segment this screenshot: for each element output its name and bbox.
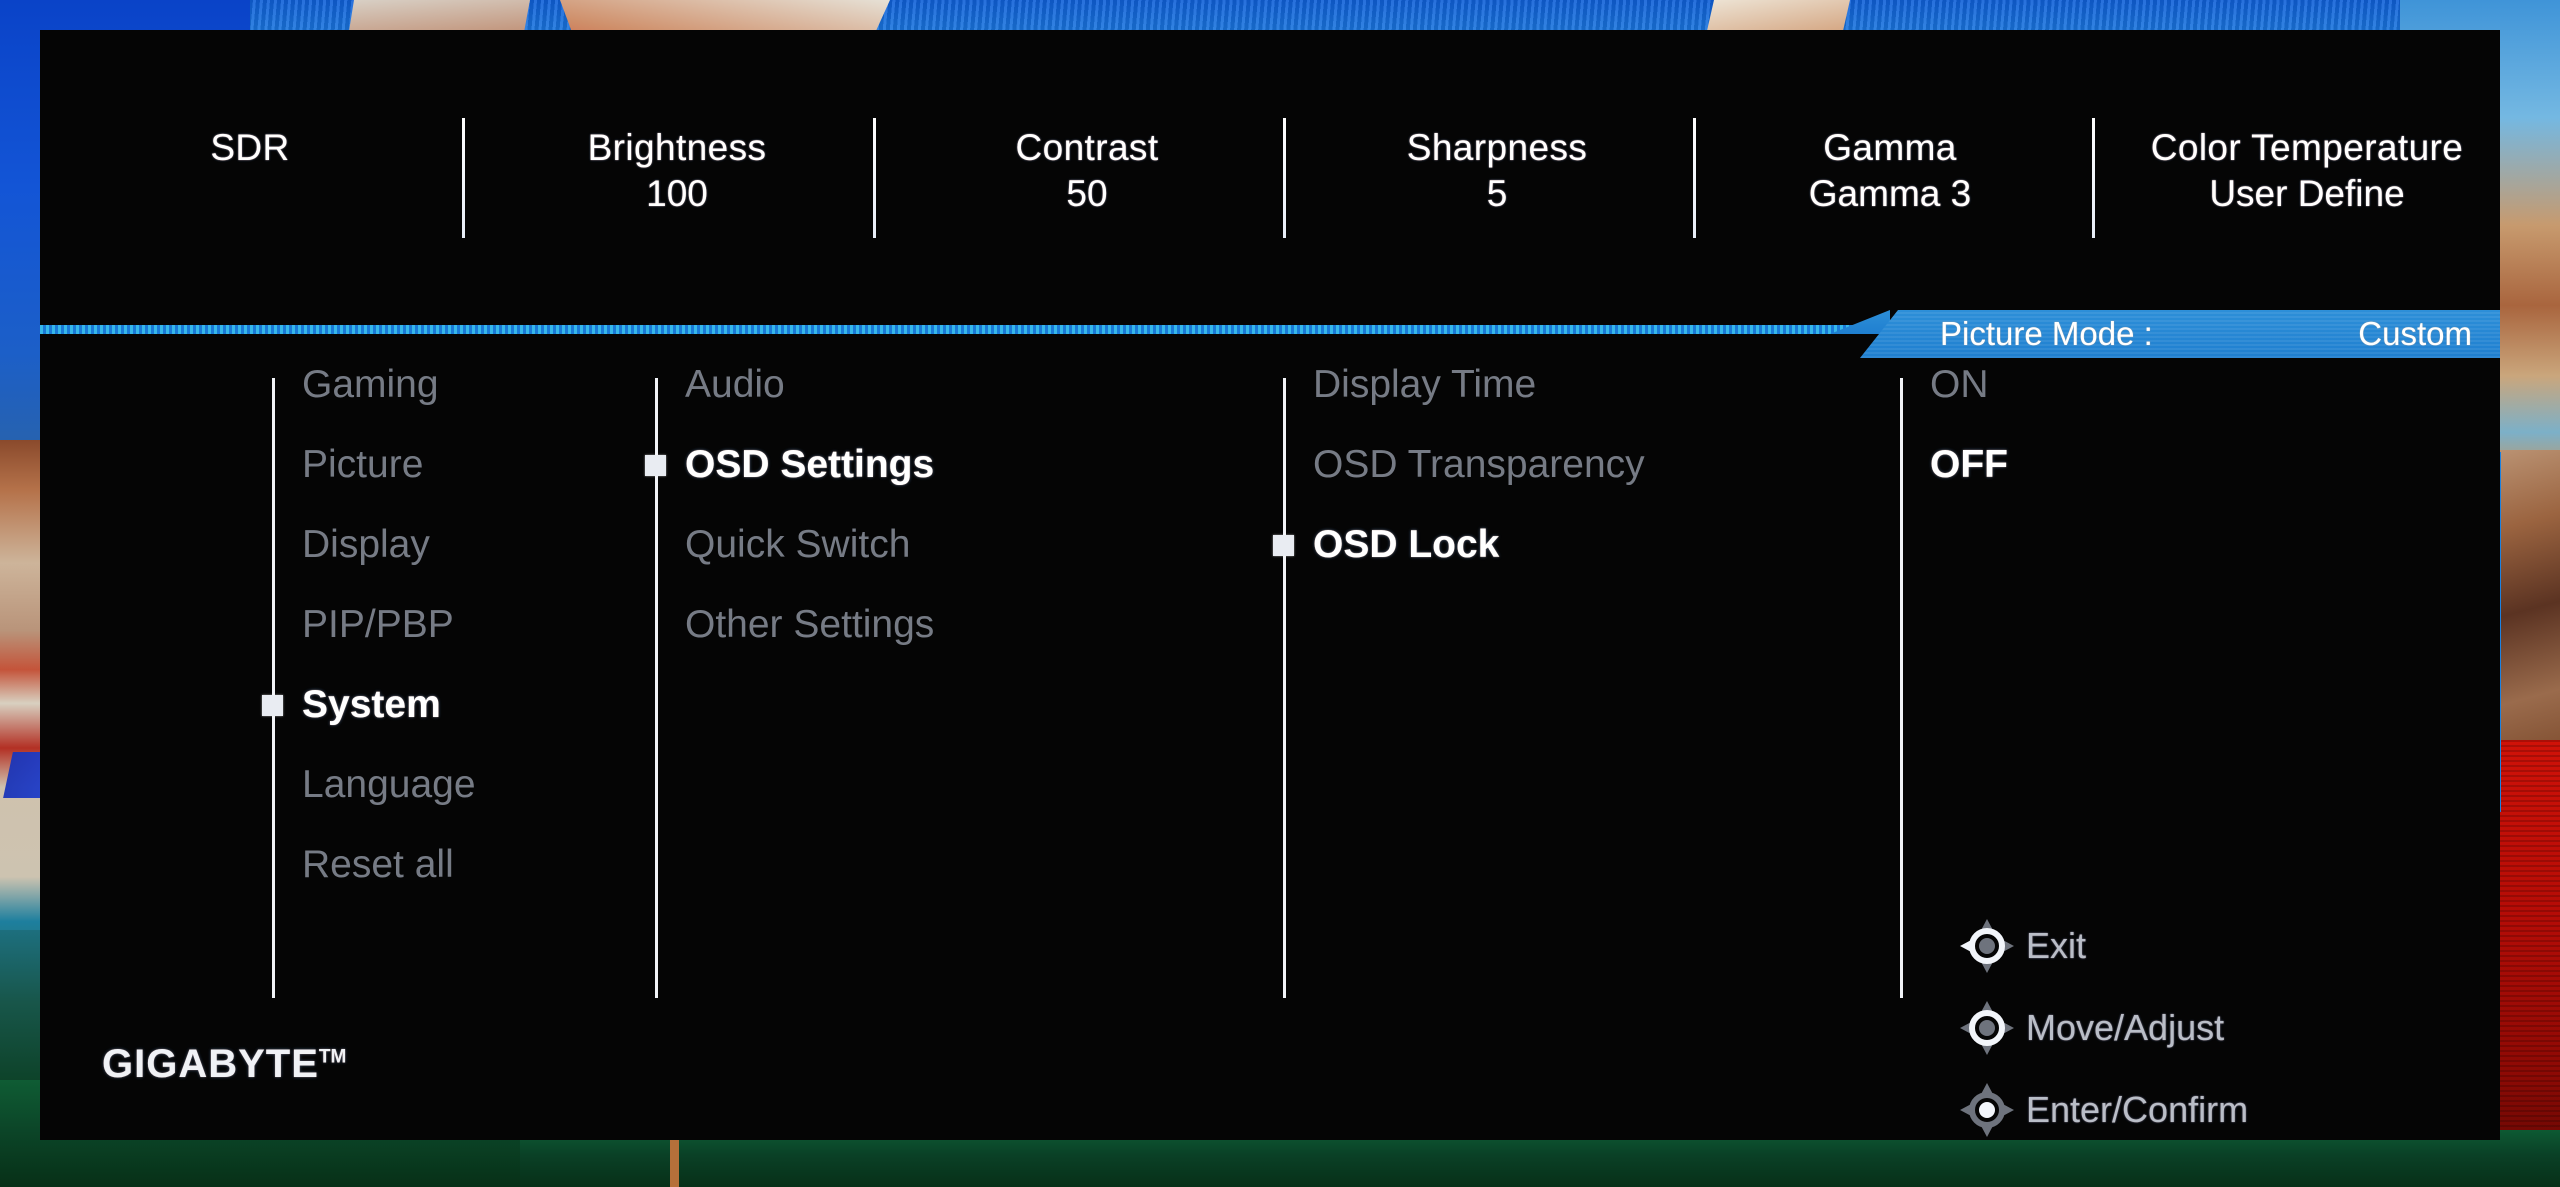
menu-item-label: OSD Transparency (1313, 443, 1645, 486)
header-value: 5 (1486, 173, 1508, 214)
selection-marker-icon (1273, 535, 1294, 556)
menu-item-label: System (302, 683, 441, 726)
menu-item-label: Gaming (302, 363, 439, 406)
hint-label: Move/Adjust (2026, 1007, 2225, 1048)
header-item-brightness: Brightness 100 (492, 125, 862, 217)
header-label: Color Temperature (2150, 127, 2464, 168)
menu-item-label: Picture (302, 443, 424, 486)
menu-item-label: Other Settings (685, 603, 935, 646)
navigation-hints: Exit Move/Adjust Enter/Confirm (1960, 905, 2248, 1151)
menu-item-label: Display Time (1313, 363, 1537, 406)
header-label: Brightness (587, 127, 767, 168)
header-item-contrast: Contrast 50 (902, 125, 1272, 217)
header-label: Gamma (1823, 127, 1957, 168)
header-item-sharpness: Sharpness 5 (1312, 125, 1682, 217)
hint-label: Exit (2026, 925, 2087, 966)
menu-item-label: OSD Lock (1313, 523, 1500, 566)
header-value: 100 (646, 173, 708, 214)
hint-move-adjust[interactable]: Move/Adjust (1960, 987, 2248, 1069)
gigabyte-logo: GIGABYTETM (102, 1042, 346, 1087)
menu-item-audio[interactable]: Audio (685, 360, 785, 410)
menu-rail-1 (272, 378, 275, 998)
header-divider-4 (1693, 118, 1696, 238)
selection-marker-icon (645, 455, 666, 476)
menu-item-language[interactable]: Language (302, 760, 476, 810)
option-osd-lock-on[interactable]: ON (1930, 360, 1989, 410)
menu-rail-3 (1283, 378, 1286, 998)
header-label: Contrast (1015, 127, 1159, 168)
picture-mode-bar[interactable]: Picture Mode : Custom (1860, 310, 2500, 358)
menu-item-gaming[interactable]: Gaming (302, 360, 439, 410)
trademark-mark: TM (318, 1046, 347, 1068)
menu-item-label: Quick Switch (685, 523, 911, 566)
header-item-color-temperature: Color Temperature User Define (2122, 125, 2492, 217)
header-divider-2 (873, 118, 876, 238)
menu-item-picture[interactable]: Picture (302, 440, 423, 490)
option-label: ON (1930, 363, 1989, 406)
menu-item-label: Display (302, 523, 430, 566)
dpad-left-icon (1960, 919, 2014, 973)
menu-item-other-settings[interactable]: Other Settings (685, 600, 934, 650)
header-value: Gamma 3 (1808, 173, 1972, 214)
dpad-center-icon (1960, 1083, 2014, 1137)
header-divider-1 (462, 118, 465, 238)
header-item-sdr: SDR (80, 125, 420, 171)
menu-item-label: PIP/PBP (302, 603, 454, 646)
selection-marker-icon (262, 695, 283, 716)
header-separator-line (40, 325, 1870, 334)
hint-enter-confirm[interactable]: Enter/Confirm (1960, 1069, 2248, 1151)
menu-item-reset-all[interactable]: Reset all (302, 840, 454, 890)
osd-panel: SDR Brightness 100 Contrast 50 Sharpness… (40, 30, 2500, 1140)
menu-rail-4 (1900, 378, 1903, 998)
option-label: OFF (1930, 443, 2008, 486)
header-divider-3 (1283, 118, 1286, 238)
menu-item-label: OSD Settings (685, 443, 935, 486)
menu-item-label: Reset all (302, 843, 454, 886)
dpad-ring-icon (1960, 1001, 2014, 1055)
header-item-gamma: Gamma Gamma 3 (1720, 125, 2060, 217)
picture-mode-value: Custom (2358, 315, 2472, 352)
brand-name: GIGABYTE (102, 1042, 319, 1086)
menu-item-label: Language (302, 763, 476, 806)
menu-item-pip-pbp[interactable]: PIP/PBP (302, 600, 454, 650)
menu-item-osd-transparency[interactable]: OSD Transparency (1313, 440, 1645, 490)
menu-item-display[interactable]: Display (302, 520, 430, 570)
menu-item-system[interactable]: System (262, 680, 441, 730)
option-osd-lock-off[interactable]: OFF (1930, 440, 2008, 490)
hint-exit[interactable]: Exit (1960, 905, 2248, 987)
header-value: 50 (1066, 173, 1108, 214)
header-value: User Define (2209, 173, 2405, 214)
menu-item-osd-settings[interactable]: OSD Settings (645, 440, 935, 490)
menu-item-osd-lock[interactable]: OSD Lock (1273, 520, 1500, 570)
menu-item-display-time[interactable]: Display Time (1313, 360, 1536, 410)
picture-mode-label: Picture Mode : (1940, 315, 2153, 352)
menu-item-quick-switch[interactable]: Quick Switch (685, 520, 910, 570)
hint-label: Enter/Confirm (2026, 1089, 2249, 1130)
header-divider-5 (2092, 118, 2095, 238)
menu-item-label: Audio (685, 363, 785, 406)
osd-header: SDR Brightness 100 Contrast 50 Sharpness… (40, 30, 2500, 275)
screen: SDR Brightness 100 Contrast 50 Sharpness… (0, 0, 2560, 1187)
header-label: SDR (210, 127, 290, 168)
header-label: Sharpness (1406, 127, 1588, 168)
